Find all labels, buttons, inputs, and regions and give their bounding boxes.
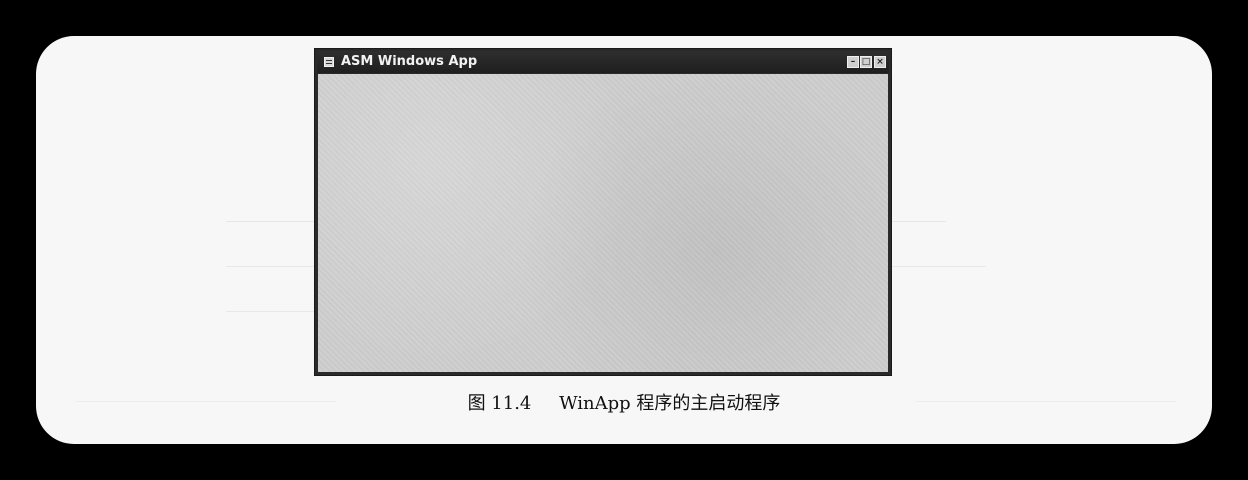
window-client-area[interactable] bbox=[318, 74, 888, 372]
close-icon: × bbox=[876, 57, 884, 67]
minimize-button[interactable]: – bbox=[847, 56, 859, 68]
minimize-icon: – bbox=[850, 57, 856, 67]
app-window: ASM Windows App – □ × bbox=[314, 48, 892, 376]
close-button[interactable]: × bbox=[874, 56, 886, 68]
figure-number: 图 11.4 bbox=[467, 393, 532, 414]
scanned-page: ASM Windows App – □ × 图 11.4 WinApp 程序的主… bbox=[36, 36, 1212, 444]
window-title: ASM Windows App bbox=[341, 54, 478, 69]
window-titlebar[interactable]: ASM Windows App – □ × bbox=[317, 51, 889, 73]
app-window-icon[interactable] bbox=[324, 57, 334, 67]
maximize-icon: □ bbox=[861, 57, 871, 67]
maximize-button[interactable]: □ bbox=[860, 56, 872, 68]
figure-caption-text: WinApp 程序的主启动程序 bbox=[559, 393, 781, 414]
figure-caption: 图 11.4 WinApp 程序的主启动程序 bbox=[36, 392, 1212, 416]
